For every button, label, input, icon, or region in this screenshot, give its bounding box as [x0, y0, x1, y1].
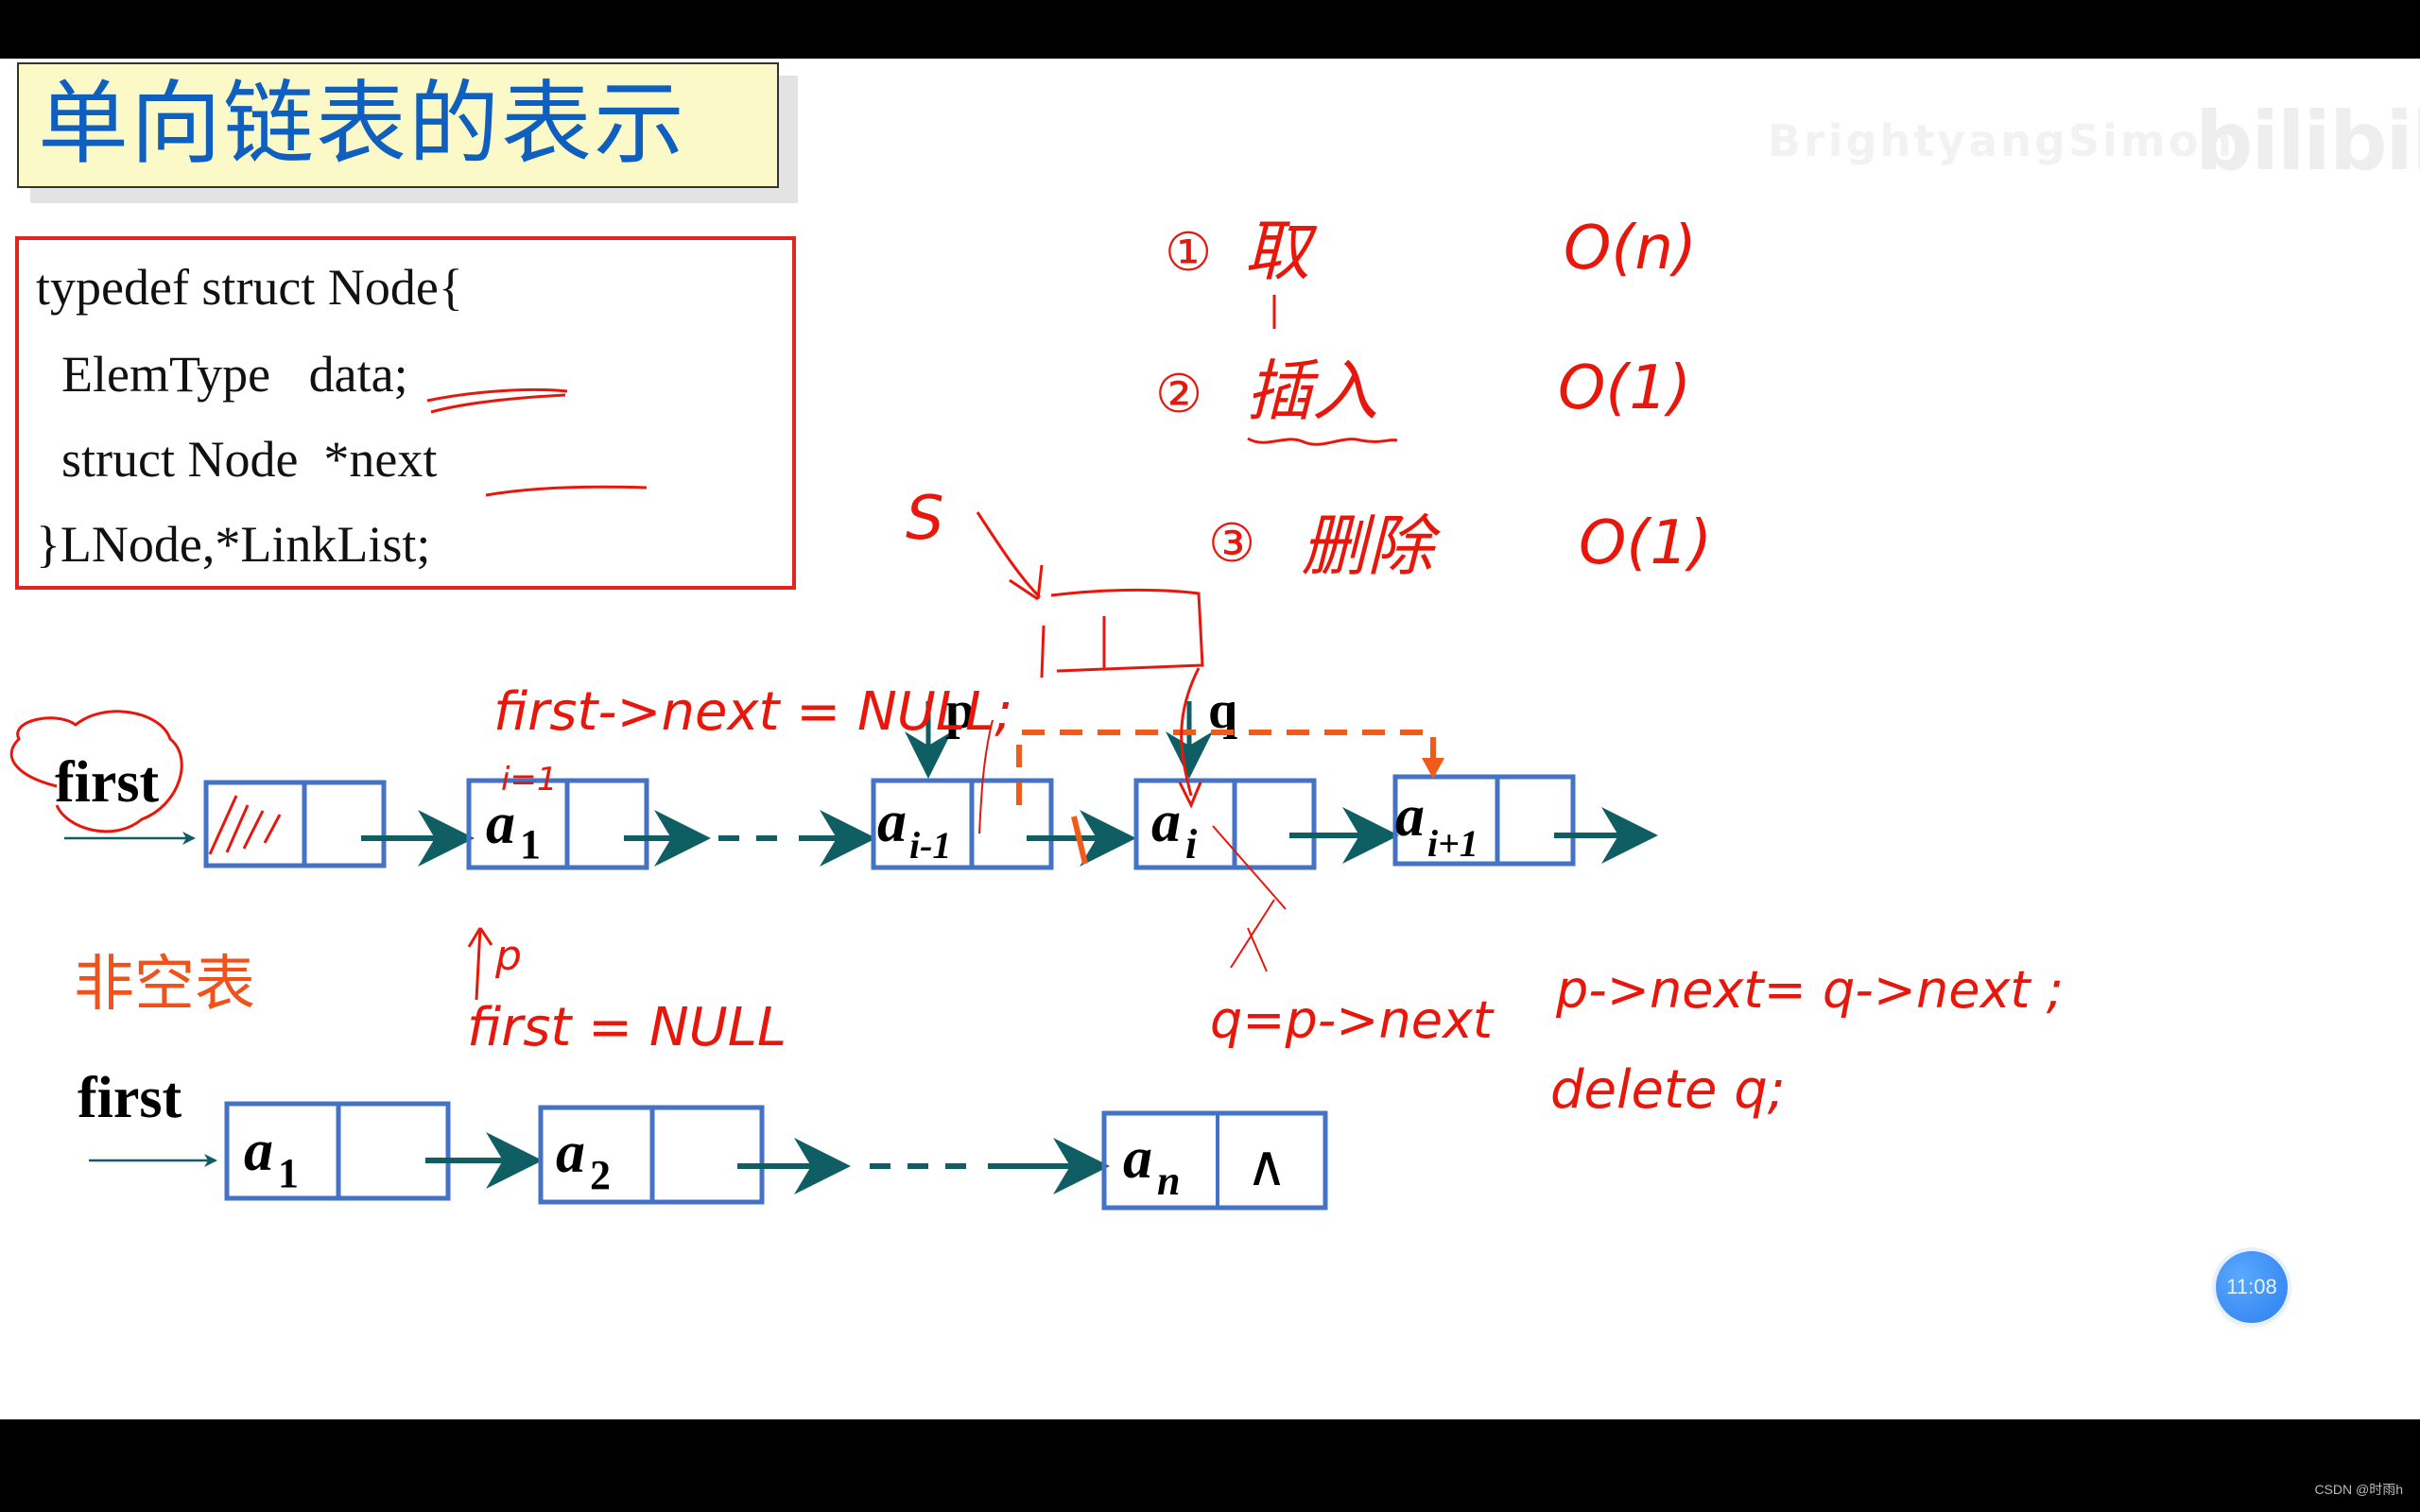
bottom-node-an-letter: a — [1123, 1126, 1152, 1191]
null-symbol: ∧ — [1246, 1133, 1288, 1199]
p-under-a1-arrow — [467, 927, 493, 1001]
node-ai-1-letter: a — [877, 790, 907, 854]
p-next-assign-note: p->next= q->next ; — [1555, 960, 2064, 1020]
hatch-mark — [208, 795, 282, 855]
cross-out-mark — [1212, 825, 1287, 972]
node-a1: a 1 — [466, 778, 649, 870]
timer-badge[interactable]: 11:08 — [2216, 1251, 2288, 1323]
op-1-num: ① — [1165, 222, 1212, 284]
node-ai-sub: i — [1185, 821, 1198, 868]
bottom-node-an: a n ∧ — [1101, 1110, 1328, 1211]
data-underline — [426, 387, 568, 414]
node-ai-1: a i-1 — [871, 778, 1054, 870]
node-a1-sub: 1 — [520, 821, 541, 868]
node-ai+1: a i+1 — [1392, 774, 1576, 867]
s-label: S — [906, 484, 944, 554]
i-eq-1-note: i=1 — [501, 761, 558, 799]
node-ai-1-sub: i-1 — [909, 824, 951, 867]
bottom-node-a1-sub: 1 — [278, 1150, 299, 1196]
first-next-null-note: first->next = NULL; — [493, 681, 1012, 743]
next-underline — [485, 485, 648, 497]
top-first-label: first — [55, 750, 160, 815]
p-under-a1-label: p — [494, 932, 522, 980]
bottom-node-a2-letter: a — [556, 1121, 585, 1185]
bypass-dashed-link — [1016, 730, 1436, 805]
node-ai: a i — [1133, 778, 1317, 870]
op-3-label: 删除 — [1301, 507, 1442, 585]
top-letterbox — [0, 0, 2420, 59]
bottom-node-an-sub: n — [1157, 1158, 1180, 1204]
diagram-canvas: first a 1 a i-1 a i a i+1 p q first a 1 … — [9, 213, 2064, 1211]
head-node — [203, 780, 387, 868]
s-arrow — [976, 511, 1044, 601]
node-ai+1-sub: i+1 — [1427, 822, 1478, 865]
op-2-label: 插入 — [1246, 352, 1378, 430]
bottom-node-a2-sub: 2 — [590, 1152, 611, 1198]
op-2-complexity: O(1) — [1558, 353, 1691, 423]
bottom-node-a2: a 2 — [538, 1105, 765, 1205]
op-3-num: ③ — [1208, 513, 1255, 575]
op-1-complexity: O(n) — [1564, 214, 1697, 284]
first-null-note: first = NULL — [467, 997, 786, 1058]
q-assign-note: q=p->next — [1210, 990, 1495, 1050]
delete-q-note: delete q; — [1550, 1059, 1786, 1121]
bottom-node-a1-letter: a — [244, 1119, 273, 1183]
op-2-wavy-underline — [1247, 437, 1398, 446]
csdn-credit: CSDN @时雨h — [2314, 1482, 2403, 1497]
bottom-node-a1: a 1 — [224, 1101, 451, 1201]
node-ai-letter: a — [1151, 790, 1181, 854]
slide: 单向链表的表示 typedef struct Node{ ElemType da… — [0, 59, 2420, 1419]
new-node-sketch — [1040, 588, 1204, 679]
bottom-first-label: first — [78, 1066, 182, 1130]
op-2-num: ② — [1155, 364, 1202, 425]
op-3-complexity: O(1) — [1579, 508, 1712, 578]
op-1-label: 取 — [1244, 213, 1318, 290]
node-a1-letter: a — [486, 792, 515, 856]
bottom-letterbox: CSDN @时雨h — [0, 1419, 2420, 1512]
node-ai+1-letter: a — [1395, 784, 1425, 849]
